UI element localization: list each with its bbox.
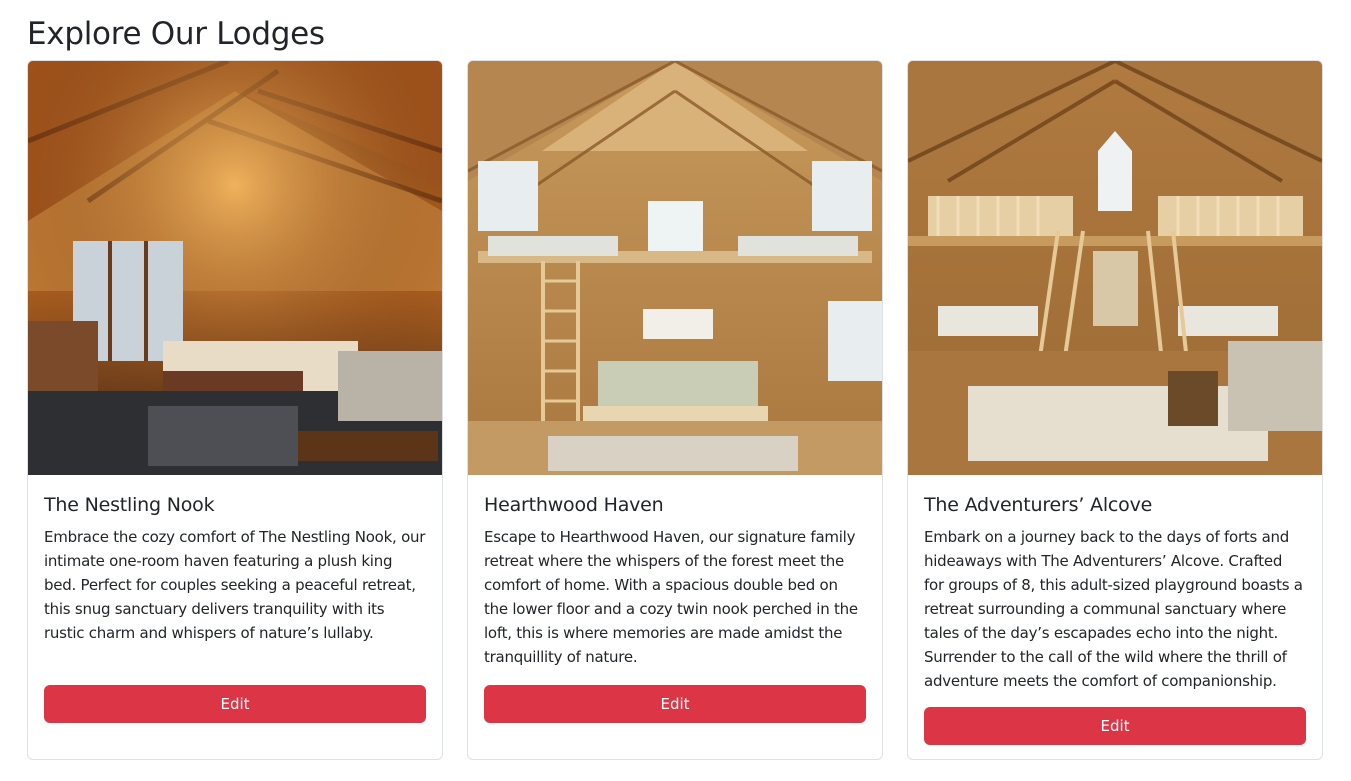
lodge-card-body: The Adventurers’ Alcove Embark on a jour… <box>908 475 1322 759</box>
lodge-grid: The Nestling Nook Embrace the cozy comfo… <box>27 60 1351 760</box>
lodge-image <box>468 61 882 475</box>
lodge-card-body: Hearthwood Haven Escape to Hearthwood Ha… <box>468 475 882 759</box>
lodge-card: Hearthwood Haven Escape to Hearthwood Ha… <box>467 60 883 760</box>
lodge-title: The Nestling Nook <box>44 494 215 516</box>
lodge-image <box>908 61 1322 475</box>
edit-button[interactable]: Edit <box>44 685 426 723</box>
lodge-title: Hearthwood Haven <box>484 494 664 516</box>
page-title: Explore Our Lodges <box>27 16 325 52</box>
lodge-card-body: The Nestling Nook Embrace the cozy comfo… <box>28 475 442 759</box>
lodge-description: Embrace the cozy comfort of The Nestling… <box>44 528 426 642</box>
lodge-card: The Adventurers’ Alcove Embark on a jour… <box>907 60 1323 760</box>
page: Explore Our Lodges The Nestling Nook Emb… <box>0 0 1351 760</box>
lodge-card: The Nestling Nook Embrace the cozy comfo… <box>27 60 443 760</box>
lodge-image <box>28 61 442 475</box>
lodge-title: The Adventurers’ Alcove <box>924 494 1153 516</box>
lodge-description: Embark on a journey back to the days of … <box>924 528 1303 690</box>
edit-button[interactable]: Edit <box>924 707 1306 745</box>
edit-button[interactable]: Edit <box>484 685 866 723</box>
lodge-description: Escape to Hearthwood Haven, our signatur… <box>484 528 858 666</box>
